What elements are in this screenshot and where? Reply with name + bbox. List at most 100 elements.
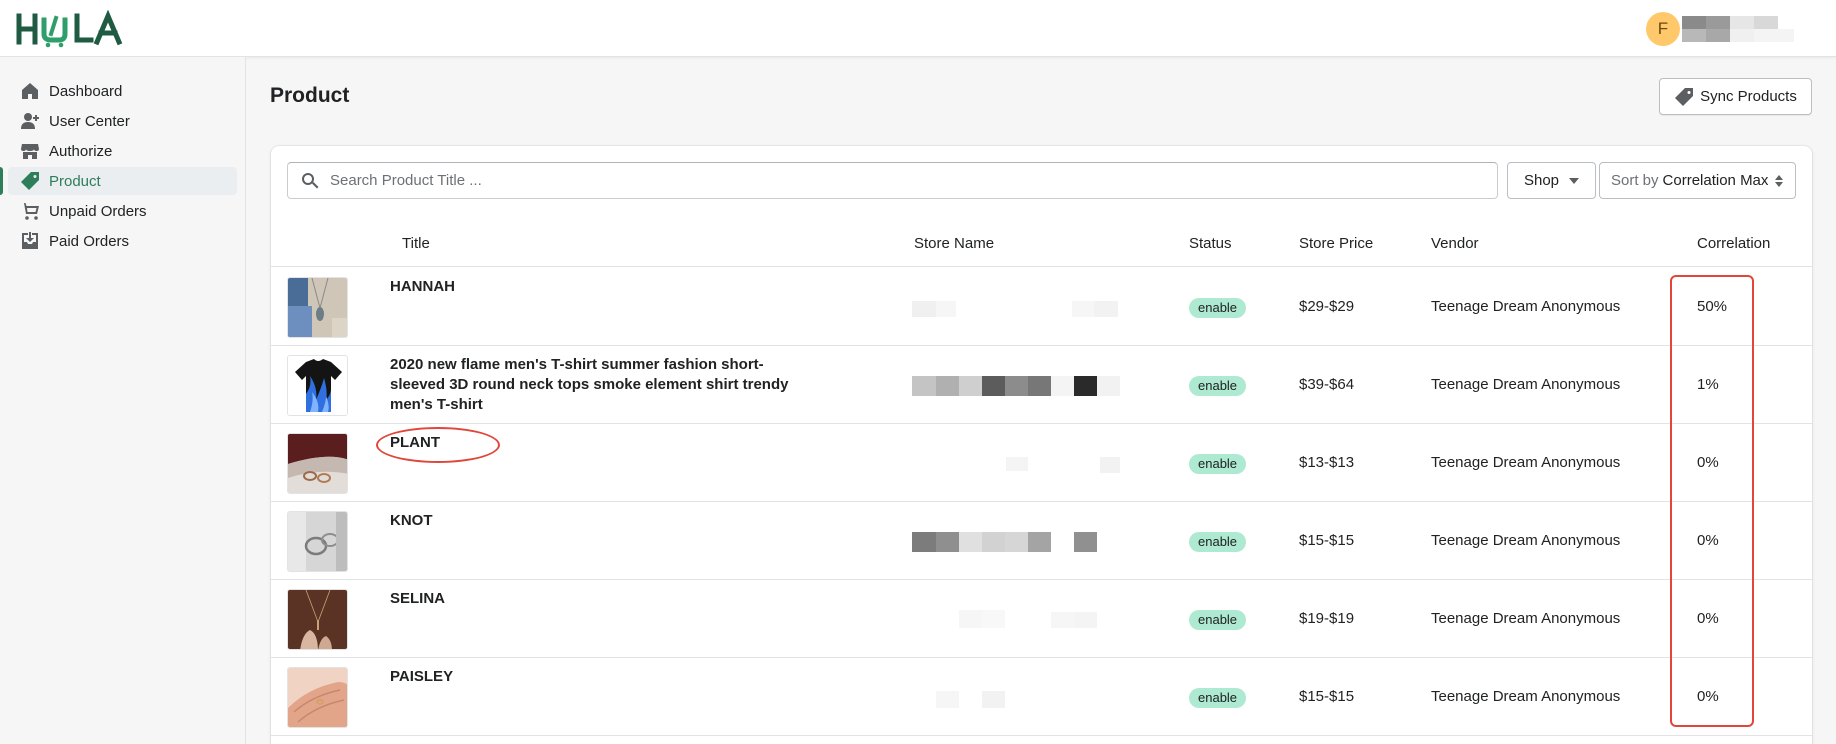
column-header-correlation[interactable]: Correlation bbox=[1697, 235, 1770, 252]
product-title[interactable]: PLANT bbox=[390, 433, 810, 453]
correlation-value: 0% bbox=[1697, 688, 1719, 705]
correlation-value: 0% bbox=[1697, 610, 1719, 627]
tag-icon bbox=[1675, 87, 1694, 106]
sidebar-item-product[interactable]: Product bbox=[0, 167, 237, 195]
select-arrows-icon bbox=[1775, 175, 1783, 187]
sort-prefix: Sort by bbox=[1611, 172, 1659, 189]
vendor: Teenage Dream Anonymous bbox=[1431, 610, 1621, 627]
column-header-store-name[interactable]: Store Name bbox=[914, 235, 994, 252]
correlation-value: 50% bbox=[1697, 298, 1728, 315]
tshirt-image bbox=[288, 356, 347, 415]
redacted-store-name bbox=[912, 301, 1118, 317]
product-title[interactable]: 2020 new flame men's T-shirt summer fash… bbox=[390, 355, 810, 415]
store-price: $15-$15 bbox=[1299, 532, 1355, 549]
product-title[interactable]: PAISLEY bbox=[390, 667, 810, 687]
sidebar: Dashboard User Center Authorize Product … bbox=[0, 57, 246, 744]
product-thumbnail[interactable] bbox=[287, 355, 348, 416]
hand-ring-image bbox=[288, 668, 347, 727]
status-badge: enable bbox=[1189, 376, 1247, 396]
vendor: Teenage Dream Anonymous bbox=[1431, 298, 1621, 315]
table-row[interactable]: PLANT enable $13-$13 Teenage Dream Anony… bbox=[271, 424, 1812, 502]
product-thumbnail[interactable] bbox=[287, 433, 348, 494]
sidebar-item-label: Unpaid Orders bbox=[49, 202, 147, 220]
product-title[interactable]: SELINA bbox=[390, 589, 810, 609]
redacted-store-name bbox=[912, 376, 1120, 396]
product-thumbnail[interactable] bbox=[287, 589, 348, 650]
redacted-store-name bbox=[912, 532, 1097, 552]
product-card: Shop Sort by Correlation Max Title Store… bbox=[271, 146, 1812, 744]
sidebar-item-unpaid-orders[interactable]: Unpaid Orders bbox=[8, 197, 237, 225]
status-badge: enable bbox=[1189, 610, 1247, 630]
table-row[interactable]: 2020 new flame men's T-shirt summer fash… bbox=[271, 346, 1812, 424]
sidebar-item-label: Product bbox=[49, 172, 101, 190]
search-field[interactable] bbox=[287, 162, 1498, 199]
product-thumbnail[interactable] bbox=[287, 277, 348, 338]
table-row[interactable]: SELINA enable $19-$19 Teenage Dream Anon… bbox=[271, 580, 1812, 658]
pendant-image bbox=[288, 590, 347, 649]
sidebar-item-label: User Center bbox=[49, 112, 130, 130]
caret-down-icon bbox=[1569, 177, 1580, 184]
vendor: Teenage Dream Anonymous bbox=[1431, 376, 1621, 393]
sort-value: Correlation Max bbox=[1662, 172, 1769, 189]
correlation-value: 1% bbox=[1697, 376, 1719, 393]
redacted-store-name bbox=[1006, 457, 1120, 473]
redacted-store-name bbox=[936, 691, 1005, 708]
user-menu[interactable]: F bbox=[1646, 10, 1826, 48]
redacted-store-name bbox=[959, 610, 1097, 628]
vendor: Teenage Dream Anonymous bbox=[1431, 688, 1621, 705]
search-icon bbox=[302, 172, 319, 188]
necklace-image bbox=[288, 278, 347, 337]
sort-select[interactable]: Sort by Correlation Max bbox=[1599, 162, 1796, 199]
tag-icon bbox=[20, 171, 40, 191]
status-badge: enable bbox=[1189, 688, 1247, 708]
sidebar-item-label: Dashboard bbox=[49, 82, 123, 100]
page-title: Product bbox=[270, 84, 350, 107]
store-price: $13-$13 bbox=[1299, 454, 1355, 471]
sidebar-item-user-center[interactable]: User Center bbox=[8, 107, 237, 135]
store-price: $19-$19 bbox=[1299, 610, 1355, 627]
product-title[interactable]: HANNAH bbox=[390, 277, 810, 297]
table-header: Title Store Name Status Store Price Vend… bbox=[271, 221, 1812, 267]
product-thumbnail[interactable] bbox=[287, 511, 348, 572]
sidebar-item-authorize[interactable]: Authorize bbox=[8, 137, 237, 165]
column-header-vendor[interactable]: Vendor bbox=[1431, 235, 1479, 252]
column-header-store-price[interactable]: Store Price bbox=[1299, 235, 1373, 252]
correlation-value: 0% bbox=[1697, 454, 1719, 471]
home-icon bbox=[20, 81, 40, 101]
status-badge: enable bbox=[1189, 298, 1247, 318]
inbox-download-icon bbox=[20, 231, 40, 251]
sidebar-item-paid-orders[interactable]: Paid Orders bbox=[8, 227, 237, 255]
sidebar-item-label: Authorize bbox=[49, 142, 113, 160]
sync-products-label: Sync Products bbox=[1700, 88, 1797, 105]
status-badge: enable bbox=[1189, 532, 1247, 552]
product-thumbnail[interactable] bbox=[287, 667, 348, 728]
store-price: $29-$29 bbox=[1299, 298, 1355, 315]
column-header-status[interactable]: Status bbox=[1189, 235, 1232, 252]
user-plus-icon bbox=[20, 111, 40, 131]
sync-products-button[interactable]: Sync Products bbox=[1659, 78, 1812, 115]
avatar[interactable]: F bbox=[1646, 12, 1680, 46]
shop-filter-label: Shop bbox=[1523, 172, 1560, 189]
shop-filter-button[interactable]: Shop bbox=[1507, 162, 1596, 199]
store-icon bbox=[20, 141, 40, 161]
knot-ring-image bbox=[288, 512, 347, 571]
sidebar-item-label: Paid Orders bbox=[49, 232, 130, 250]
redacted-username bbox=[1682, 16, 1794, 42]
column-header-title[interactable]: Title bbox=[402, 235, 430, 252]
store-price: $15-$15 bbox=[1299, 688, 1355, 705]
table-row[interactable]: PAISLEY enable $15-$15 Teenage Dream Ano… bbox=[271, 658, 1812, 736]
cart-icon bbox=[20, 201, 40, 221]
search-input[interactable] bbox=[330, 172, 1430, 189]
correlation-value: 0% bbox=[1697, 532, 1719, 549]
hola-logo[interactable] bbox=[15, 10, 145, 48]
product-title[interactable]: KNOT bbox=[390, 511, 810, 531]
store-price: $39-$64 bbox=[1299, 376, 1355, 393]
table-row[interactable]: HANNAH enable $29-$29 Teenage Dream Anon… bbox=[271, 268, 1812, 346]
vendor: Teenage Dream Anonymous bbox=[1431, 532, 1621, 549]
sidebar-item-dashboard[interactable]: Dashboard bbox=[8, 77, 237, 105]
ring-image bbox=[288, 434, 347, 493]
vendor: Teenage Dream Anonymous bbox=[1431, 454, 1621, 471]
status-badge: enable bbox=[1189, 454, 1247, 474]
top-bar: F bbox=[0, 0, 1836, 57]
table-row[interactable]: KNOT enable $15-$15 Teenage Dream Anonym… bbox=[271, 502, 1812, 580]
